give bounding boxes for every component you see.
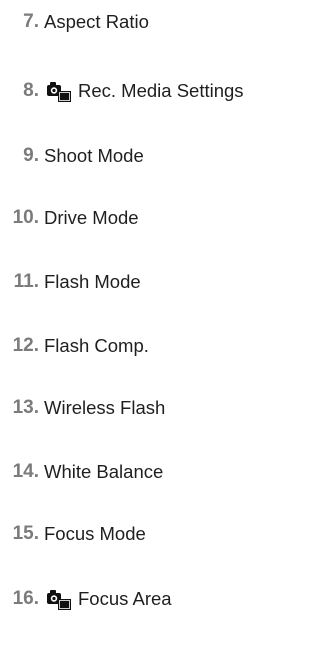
item-label: Focus Area [78, 588, 172, 609]
item-number: 11. [13, 271, 39, 292]
item-number: 10. [12, 207, 39, 228]
list-item-shoot-mode: 9. Shoot Mode [0, 140, 335, 172]
item-number: 8. [23, 80, 39, 101]
item-label: White Balance [44, 461, 164, 482]
list-item-flash-comp: 12. Flash Comp. [0, 330, 335, 362]
item-number: 7. [23, 11, 39, 32]
item-label: Shoot Mode [44, 145, 144, 166]
item-label: Aspect Ratio [44, 11, 149, 32]
item-label: Wireless Flash [44, 397, 166, 418]
list-item-wireless-flash: 13. Wireless Flash [0, 392, 335, 424]
item-label: Flash Mode [44, 271, 141, 292]
list-item-focus-mode: 15. Focus Mode [0, 518, 335, 550]
item-number: 12. [12, 335, 39, 356]
item-number: 14. [12, 461, 39, 482]
list-item-rec-media-settings: 8. Rec. Media Settings [0, 75, 335, 107]
item-number: 13. [12, 397, 39, 418]
item-label: Focus Mode [44, 523, 146, 544]
item-label: Rec. Media Settings [78, 80, 244, 101]
item-number: 9. [23, 145, 39, 166]
camera-video-icon [46, 587, 72, 611]
camera-video-icon [46, 79, 72, 103]
item-label: Drive Mode [44, 207, 139, 228]
list-item-white-balance: 14. White Balance [0, 456, 335, 488]
list-item-drive-mode: 10. Drive Mode [0, 202, 335, 234]
item-label: Flash Comp. [44, 335, 149, 356]
item-number: 15. [12, 523, 39, 544]
item-number: 16. [12, 588, 39, 609]
list-item-focus-area: 16. Focus Area [0, 583, 335, 615]
list-item-aspect-ratio: 7. Aspect Ratio [0, 6, 335, 38]
list-item-flash-mode: 11. Flash Mode [0, 266, 335, 298]
